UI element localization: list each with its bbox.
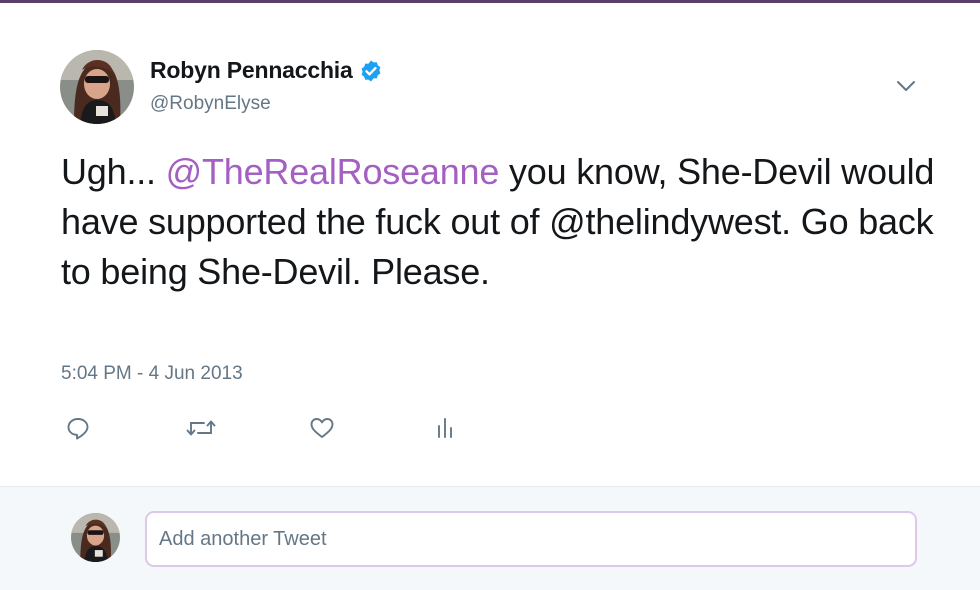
reply-icon	[67, 418, 89, 440]
retweet-icon	[186, 420, 216, 436]
mention-link[interactable]: @TheRealRoseanne	[166, 151, 500, 192]
analytics-button[interactable]	[432, 413, 458, 443]
add-another-tweet-input[interactable]: Add another Tweet	[145, 511, 917, 567]
reply-button[interactable]	[62, 413, 94, 443]
verified-badge-icon	[361, 60, 380, 81]
author-avatar[interactable]	[60, 50, 134, 124]
composer-avatar	[71, 513, 120, 562]
analytics-icon	[438, 418, 452, 438]
heart-icon	[310, 418, 334, 438]
retweet-button[interactable]	[184, 413, 218, 443]
author-name[interactable]: Robyn Pennacchia	[150, 57, 353, 84]
tweet-text: Ugh... @TheRealRoseanne you know, She-De…	[61, 147, 941, 297]
author-handle[interactable]: @RobynElyse	[150, 93, 271, 115]
add-tweet-placeholder: Add another Tweet	[159, 527, 327, 550]
chevron-down-icon[interactable]	[893, 76, 919, 96]
like-button[interactable]	[306, 413, 338, 443]
author-name-row: Robyn Pennacchia	[150, 57, 383, 84]
tweet-timestamp[interactable]: 5:04 PM - 4 Jun 2013	[61, 363, 243, 385]
tweet-text-start: Ugh...	[61, 151, 166, 192]
